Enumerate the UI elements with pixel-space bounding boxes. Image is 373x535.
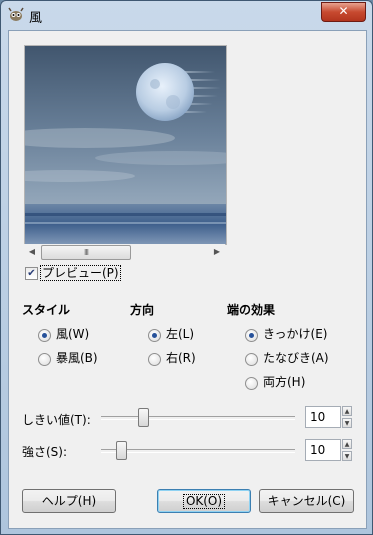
radio-button[interactable] [245, 353, 258, 366]
radio-wind-label[interactable]: 風(W) [56, 327, 89, 342]
moonlit-sea-preview [25, 46, 226, 244]
ok-button[interactable]: OK(O) [157, 489, 251, 513]
preview-checkbox-label[interactable]: プレビュー(P) [40, 265, 121, 281]
style-group-title: スタイル [22, 303, 71, 317]
radio-both-label[interactable]: 両方(H) [263, 375, 305, 390]
threshold-label: しきい値(T): [22, 413, 91, 427]
radio-button[interactable] [38, 329, 51, 342]
spin-up-arrow-icon[interactable]: ▲ [342, 439, 352, 449]
preview-horizontal-scrollbar[interactable]: ◀ III ▶ [24, 244, 225, 260]
strength-slider-track[interactable] [101, 449, 295, 453]
radio-right-label[interactable]: 右(R) [166, 351, 196, 366]
radio-left-label[interactable]: 左(L) [166, 327, 194, 342]
help-button-label: ヘルプ(H) [41, 494, 97, 508]
cancel-button[interactable]: キャンセル(C) [259, 489, 354, 513]
threshold-spinbox[interactable]: 10 ▲ ▼ [305, 406, 352, 428]
edge-group-title: 端の効果 [227, 303, 276, 317]
threshold-slider-track[interactable] [101, 416, 295, 420]
radio-leading-label[interactable]: きっかけ(E) [263, 327, 327, 342]
close-icon: ✕ [338, 4, 349, 18]
radio-button[interactable] [148, 353, 161, 366]
ok-button-label: OK(O) [182, 494, 226, 509]
cancel-button-label: キャンセル(C) [267, 494, 346, 508]
scroll-grip-label: III [83, 248, 89, 257]
threshold-input[interactable]: 10 [305, 406, 341, 428]
radio-button[interactable] [245, 329, 258, 342]
spin-down-arrow-icon[interactable]: ▼ [342, 451, 352, 461]
radio-button[interactable] [245, 377, 258, 390]
scroll-right-arrow-icon[interactable]: ▶ [209, 244, 225, 260]
preview-image[interactable] [24, 45, 227, 245]
radio-button[interactable] [38, 353, 51, 366]
close-button[interactable]: ✕ [321, 2, 366, 22]
help-button[interactable]: ヘルプ(H) [22, 489, 116, 513]
title-bar[interactable]: 風 ✕ [1, 1, 372, 29]
scroll-left-arrow-icon[interactable]: ◀ [24, 244, 40, 260]
radio-button[interactable] [148, 329, 161, 342]
scrollbar-thumb[interactable]: III [41, 245, 131, 260]
strength-input[interactable]: 10 [305, 439, 341, 461]
direction-group-title: 方向 [130, 303, 155, 317]
strength-label: 強さ(S): [22, 445, 68, 459]
spin-down-arrow-icon[interactable]: ▼ [342, 418, 352, 428]
threshold-slider-thumb[interactable] [138, 408, 149, 427]
wind-dialog-window: 風 ✕ ◀ III ▶ ✔ プレビュー(P) スタイル 風(W) 暴風(B) 方… [0, 0, 373, 535]
gimp-app-icon [8, 7, 24, 21]
strength-spinbox[interactable]: 10 ▲ ▼ [305, 439, 352, 461]
preview-checkbox[interactable]: ✔ [25, 267, 38, 280]
spin-up-arrow-icon[interactable]: ▲ [342, 406, 352, 416]
radio-trailing-label[interactable]: たなびき(A) [263, 351, 329, 366]
strength-slider-thumb[interactable] [116, 441, 127, 460]
window-title: 風 [29, 11, 43, 26]
dialog-body: ◀ III ▶ ✔ プレビュー(P) スタイル 風(W) 暴風(B) 方向 左(… [8, 30, 367, 529]
checkmark-icon: ✔ [27, 268, 36, 279]
radio-blast-label[interactable]: 暴風(B) [56, 351, 98, 366]
